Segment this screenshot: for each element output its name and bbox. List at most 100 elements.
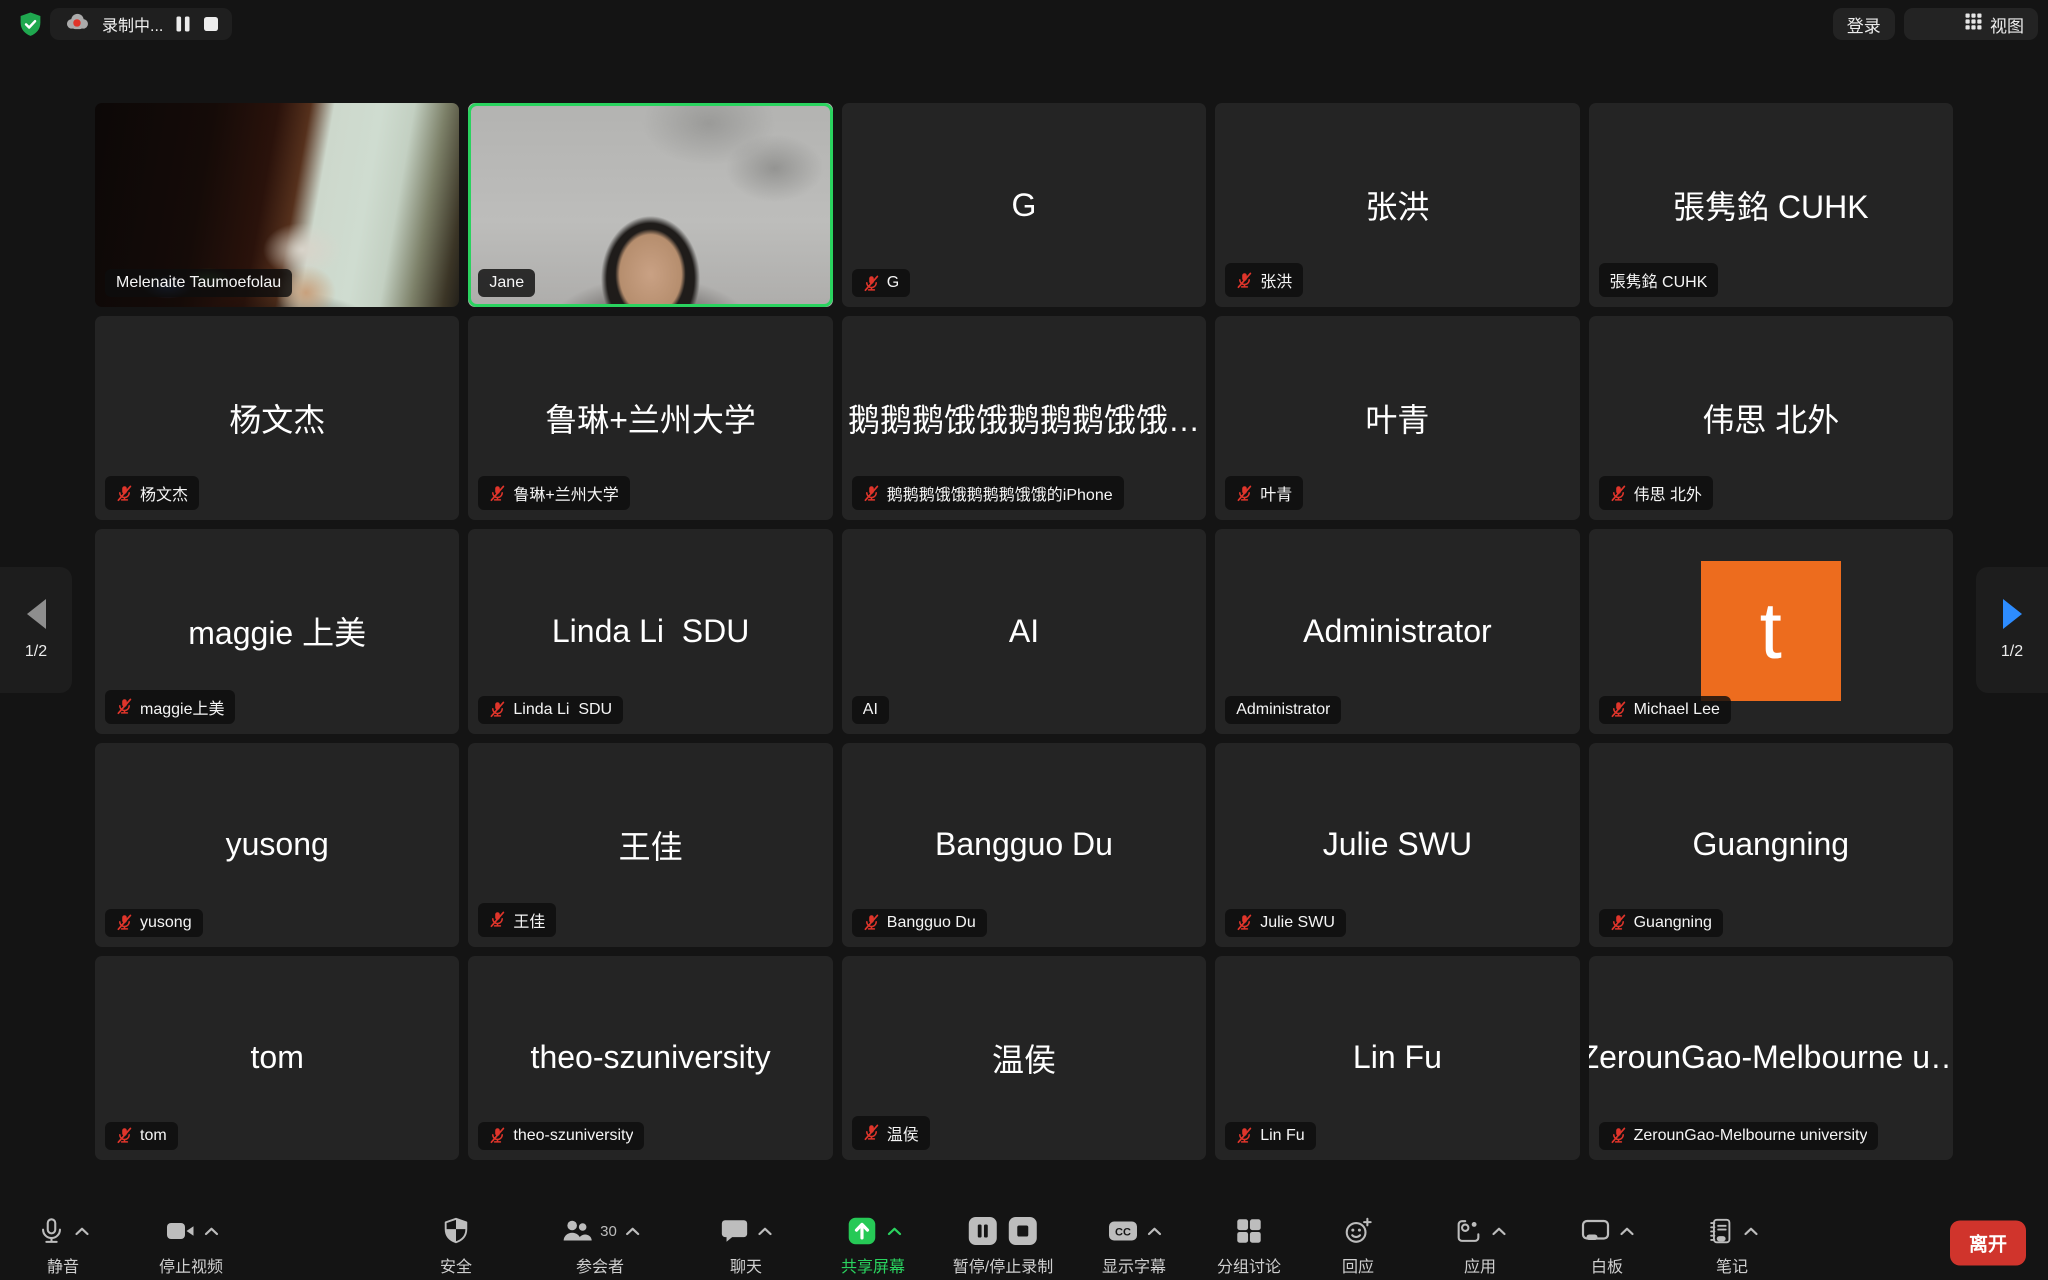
- toolbar-item-label: 共享屏幕: [841, 1253, 905, 1277]
- muted-mic-icon: [1610, 485, 1627, 502]
- muted-mic-icon: [116, 698, 133, 715]
- toolbar-item-breakout[interactable]: 分组讨论: [1217, 1214, 1281, 1277]
- participant-label: Michael Lee: [1599, 696, 1731, 724]
- toolbar-item-mute[interactable]: 静音: [37, 1214, 90, 1277]
- participant-label-text: 叶青: [1260, 481, 1292, 505]
- participant-grid: Melenaite Taumoefolau Jane GG张洪张洪張隽銘 CUHK張…: [95, 103, 1953, 1160]
- participant-label-text: 温侯: [887, 1121, 919, 1145]
- chevron-up-icon[interactable]: [203, 1227, 218, 1236]
- toolbar-item-stop-video[interactable]: 停止视频: [159, 1214, 223, 1277]
- participant-label-text: Julie SWU: [1260, 914, 1335, 932]
- toolbar-item-whiteboard[interactable]: 白板: [1580, 1214, 1635, 1277]
- participant-label: 伟思 北外: [1599, 476, 1713, 510]
- participant-tile[interactable]: 伟思 北外伟思 北外: [1589, 316, 1953, 520]
- participant-label-text: Linda Li SDU: [513, 701, 612, 719]
- toolbar-item-captions[interactable]: CC显示字幕: [1102, 1214, 1166, 1277]
- muted-mic-icon: [863, 275, 880, 292]
- toolbar-item-reactions[interactable]: 回应: [1342, 1214, 1374, 1277]
- participant-tile[interactable]: tomtom: [95, 956, 459, 1160]
- participant-tile[interactable]: Julie SWUJulie SWU: [1215, 743, 1579, 947]
- participant-tile[interactable]: 王佳王佳: [468, 743, 832, 947]
- participant-tile[interactable]: Melenaite Taumoefolau: [95, 103, 459, 307]
- participant-label-text: tom: [140, 1127, 167, 1145]
- pause-recording-icon[interactable]: [967, 1215, 999, 1247]
- grid-view-icon: [1918, 0, 1982, 55]
- participant-tile[interactable]: AIAI: [842, 529, 1206, 733]
- participant-tile[interactable]: Jane: [468, 103, 832, 307]
- apps-icon: [1454, 1216, 1484, 1246]
- participant-tile[interactable]: maggie 上美maggie上美: [95, 529, 459, 733]
- participant-tile[interactable]: 鲁琳+兰州大学鲁琳+兰州大学: [468, 316, 832, 520]
- prev-page-button[interactable]: 1/2: [0, 567, 72, 693]
- chevron-up-icon[interactable]: [758, 1227, 773, 1236]
- muted-mic-icon: [489, 701, 506, 718]
- leave-meeting-button[interactable]: 离开: [1950, 1221, 2026, 1266]
- participant-tile[interactable]: 鹅鹅鹅饿饿鹅鹅鹅饿饿…鹅鹅鹅饿饿鹅鹅鹅饿饿的iPhone: [842, 316, 1206, 520]
- participant-label-text: Administrator: [1236, 701, 1330, 719]
- participant-label-text: Bangguo Du: [887, 914, 976, 932]
- participant-tile[interactable]: Lin FuLin Fu: [1215, 956, 1579, 1160]
- page-indicator: 1/2: [2001, 643, 2023, 661]
- recording-status-text: 录制中...: [102, 12, 163, 36]
- pause-recording-button[interactable]: [175, 15, 191, 33]
- muted-mic-icon: [1236, 914, 1253, 931]
- cloud-recording-icon: [63, 11, 90, 37]
- stop-recording-button[interactable]: [203, 16, 219, 32]
- participant-label-text: 鹅鹅鹅饿饿鹅鹅鹅饿饿的iPhone: [887, 481, 1113, 505]
- participant-tile[interactable]: tMichael Lee: [1589, 529, 1953, 733]
- login-button[interactable]: 登录: [1833, 8, 1895, 40]
- view-button[interactable]: 视图: [1904, 8, 2038, 40]
- share-screen-icon: [844, 1214, 878, 1248]
- participant-label: Bangguo Du: [852, 909, 987, 937]
- participant-tile[interactable]: 張隽銘 CUHK張隽銘 CUHK: [1589, 103, 1953, 307]
- mic-icon: [37, 1216, 67, 1246]
- participant-tile[interactable]: 温侯温侯: [842, 956, 1206, 1160]
- toolbar-item-security[interactable]: 安全: [440, 1214, 472, 1277]
- muted-mic-icon: [1610, 914, 1627, 931]
- participant-tile[interactable]: Linda Li SDULinda Li SDU: [468, 529, 832, 733]
- participant-label-text: Lin Fu: [1260, 1127, 1304, 1145]
- chevron-up-icon[interactable]: [625, 1227, 640, 1236]
- chevron-up-icon[interactable]: [1146, 1227, 1161, 1236]
- participant-label: 王佳: [478, 903, 556, 937]
- participant-tile[interactable]: 张洪张洪: [1215, 103, 1579, 307]
- participant-tile[interactable]: GuangningGuangning: [1589, 743, 1953, 947]
- chat-bubble-icon: [720, 1216, 750, 1246]
- participant-label: Guangning: [1599, 909, 1723, 937]
- toolbar-item-apps[interactable]: 应用: [1454, 1214, 1507, 1277]
- reactions-smiley-icon: [1343, 1216, 1373, 1246]
- muted-mic-icon: [1236, 485, 1253, 502]
- chevron-up-icon[interactable]: [75, 1227, 90, 1236]
- chevron-up-icon[interactable]: [886, 1227, 901, 1236]
- muted-mic-icon: [1236, 1127, 1253, 1144]
- toolbar-item-label: 白板: [1591, 1253, 1623, 1277]
- participant-tile[interactable]: Bangguo DuBangguo Du: [842, 743, 1206, 947]
- participant-tile[interactable]: theo-szuniversitytheo-szuniversity: [468, 956, 832, 1160]
- topbar-right-controls: 登录 视图: [1833, 8, 2038, 40]
- participant-tile[interactable]: 叶青叶青: [1215, 316, 1579, 520]
- toolbar-item-notes[interactable]: 笔记: [1706, 1214, 1759, 1277]
- toolbar-item-label: 停止视频: [159, 1253, 223, 1277]
- participant-tile[interactable]: ZerounGao-Melbourne u…ZerounGao-Melbourn…: [1589, 956, 1953, 1160]
- chevron-up-icon[interactable]: [1620, 1227, 1635, 1236]
- toolbar-item-label: 回应: [1342, 1253, 1374, 1277]
- chevron-up-icon[interactable]: [1744, 1227, 1759, 1236]
- participant-label-text: Melenaite Taumoefolau: [116, 274, 281, 292]
- toolbar-item-share[interactable]: 共享屏幕: [841, 1214, 905, 1277]
- meeting-security-shield-icon[interactable]: [16, 10, 44, 38]
- chevron-up-icon[interactable]: [1492, 1227, 1507, 1236]
- participant-tile[interactable]: yusongyusong: [95, 743, 459, 947]
- zoom-meeting-window: 录制中... 登录: [0, 0, 2048, 1280]
- shield-icon: [441, 1216, 471, 1246]
- participant-tile[interactable]: 杨文杰杨文杰: [95, 316, 459, 520]
- stop-recording-icon[interactable]: [1007, 1215, 1039, 1247]
- next-page-button[interactable]: 1/2: [1976, 567, 2048, 693]
- toolbar-item-chat[interactable]: 聊天: [720, 1214, 773, 1277]
- participant-label: Jane: [478, 269, 535, 297]
- toolbar-item-record[interactable]: 暂停/停止录制: [953, 1214, 1053, 1277]
- participant-tile[interactable]: AdministratorAdministrator: [1215, 529, 1579, 733]
- muted-mic-icon: [1610, 1127, 1627, 1144]
- participant-label: 温侯: [852, 1116, 930, 1150]
- participant-tile[interactable]: GG: [842, 103, 1206, 307]
- toolbar-item-participants[interactable]: 30参会者: [560, 1214, 640, 1277]
